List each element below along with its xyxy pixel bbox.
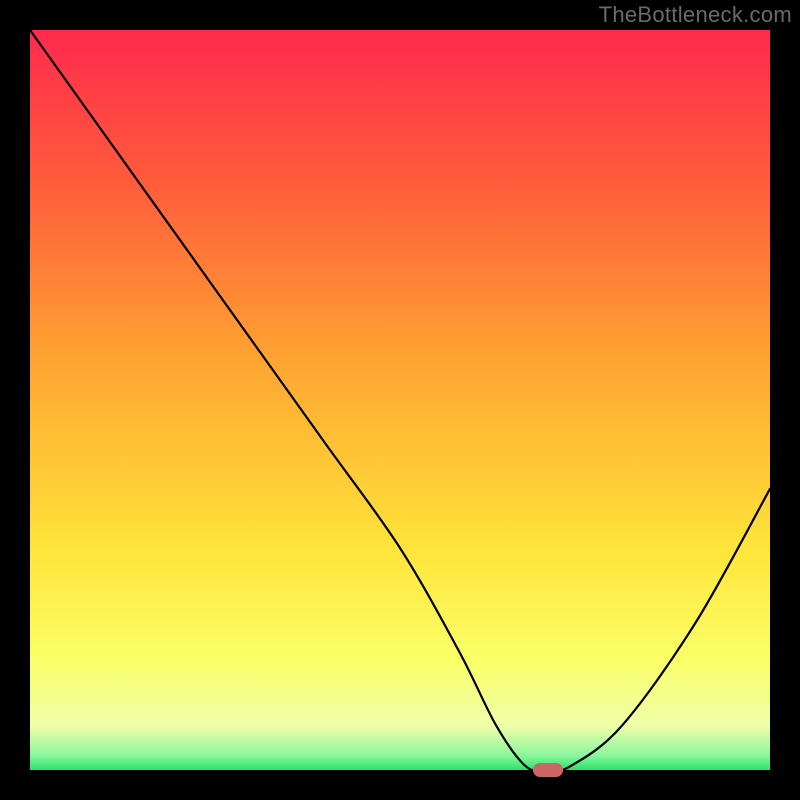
optimum-marker-icon bbox=[533, 763, 563, 777]
chart-svg bbox=[30, 30, 770, 770]
chart-frame: TheBottleneck.com bbox=[0, 0, 800, 800]
watermark-text: TheBottleneck.com bbox=[599, 2, 792, 28]
plot-area bbox=[30, 30, 770, 770]
gradient-background bbox=[30, 30, 770, 770]
